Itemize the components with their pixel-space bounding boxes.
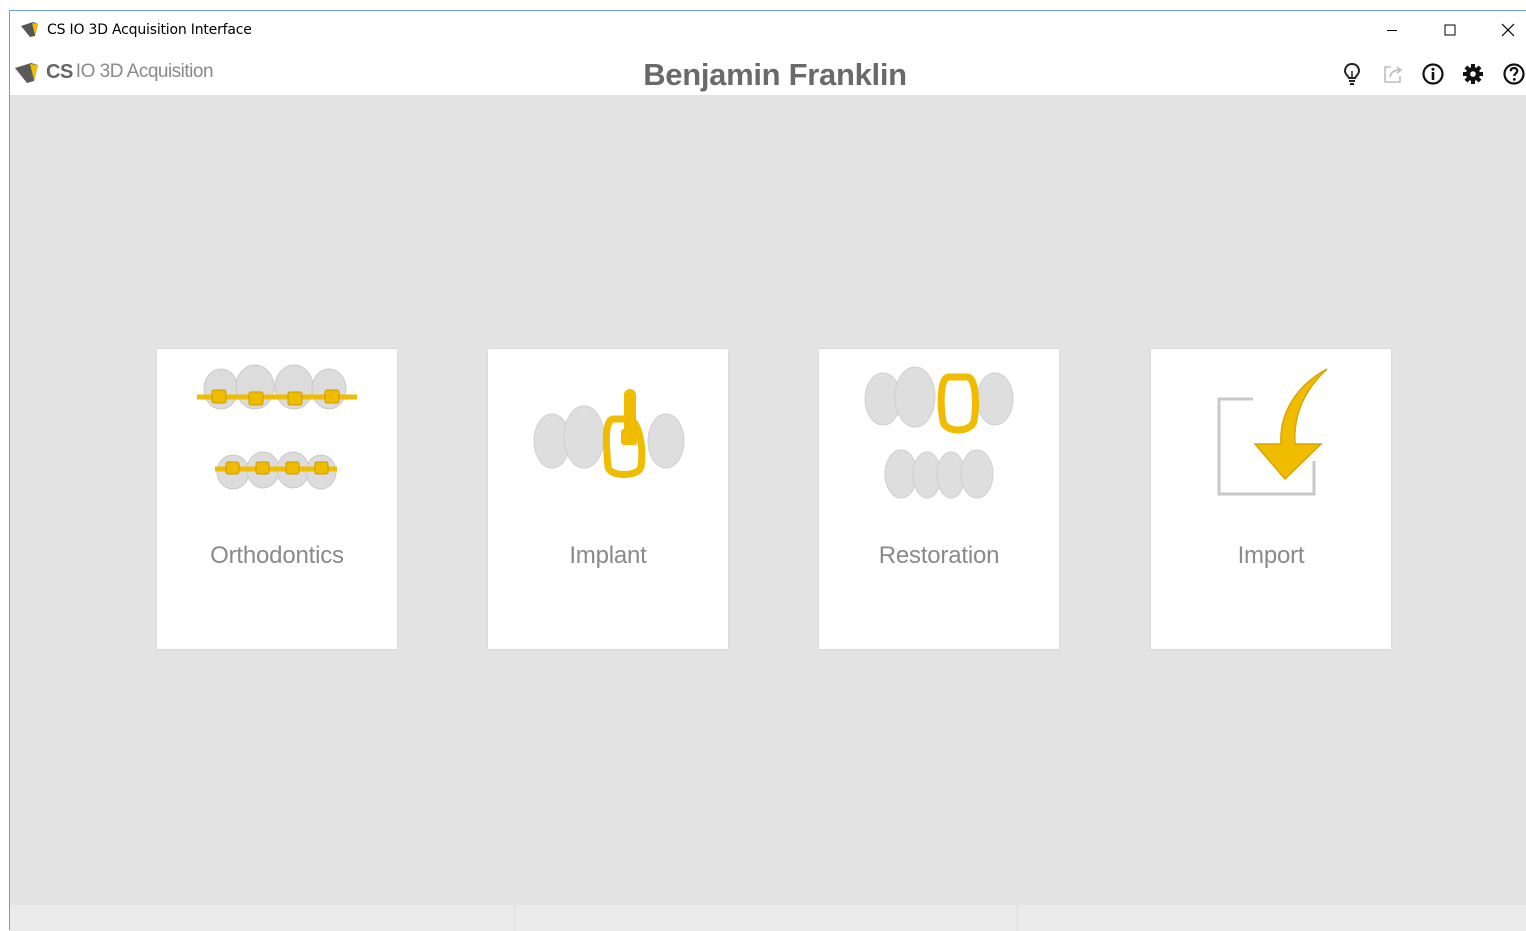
orthodontics-card[interactable]: Orthodontics: [157, 349, 397, 649]
export-icon[interactable]: [1380, 61, 1406, 87]
orthodontics-label: Orthodontics: [210, 542, 344, 569]
bottom-panel-center: [516, 905, 1016, 931]
app-logo-icon: [21, 22, 38, 37]
restoration-icon: [864, 366, 1014, 499]
restoration-label: Restoration: [878, 542, 1000, 569]
app-window: CS IO 3D Acquisition Interface CS IO 3D …: [9, 10, 1526, 931]
minimize-button[interactable]: [1363, 11, 1421, 49]
bottom-panel-left: [10, 905, 513, 931]
implant-card[interactable]: Implant: [488, 349, 728, 649]
minimize-icon: [1387, 30, 1397, 31]
import-label: Import: [1237, 542, 1305, 569]
app-header: CS IO 3D Acquisition Benjamin Franklin: [10, 55, 1526, 95]
title-bar: CS IO 3D Acquisition Interface: [10, 11, 1526, 49]
orthodontics-icon: [197, 364, 357, 490]
bottom-panel-right: [1019, 905, 1526, 931]
implant-icon: [533, 389, 685, 478]
import-icon: [1217, 368, 1328, 496]
close-button[interactable]: [1479, 11, 1526, 49]
lightbulb-icon[interactable]: [1339, 61, 1365, 87]
help-icon[interactable]: [1501, 61, 1526, 87]
bottom-panel: [10, 905, 1526, 931]
maximize-button[interactable]: [1421, 11, 1479, 49]
info-icon[interactable]: [1420, 61, 1446, 87]
implant-label: Implant: [569, 542, 647, 569]
maximize-icon: [1444, 24, 1456, 36]
import-card[interactable]: Import: [1151, 349, 1391, 649]
gear-icon[interactable]: [1460, 61, 1486, 87]
workspace: Orthodontics Implant Restoration Import: [10, 95, 1526, 905]
window-title: CS IO 3D Acquisition Interface: [47, 22, 252, 38]
restoration-card[interactable]: Restoration: [819, 349, 1059, 649]
patient-name: Benjamin Franklin: [643, 57, 907, 92]
close-icon: [1501, 23, 1515, 37]
